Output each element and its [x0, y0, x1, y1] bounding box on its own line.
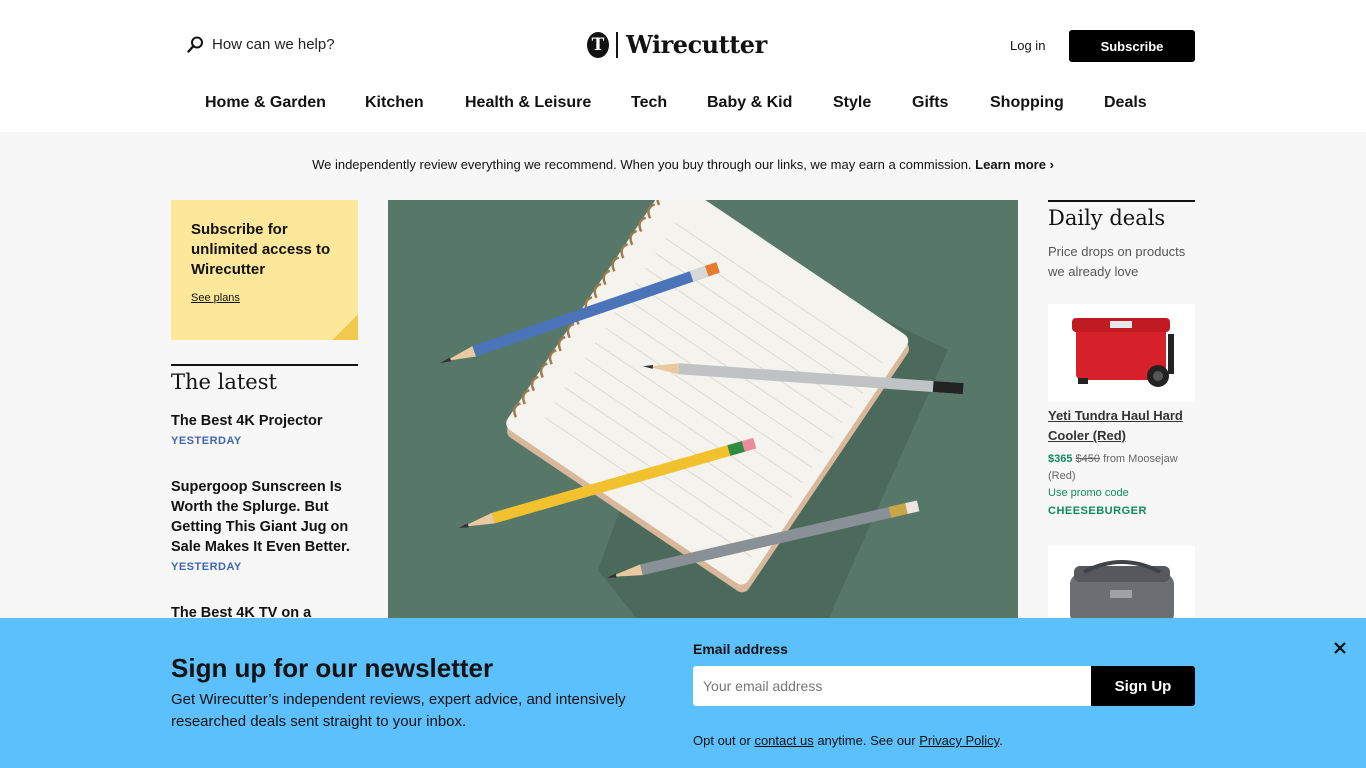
hero-image[interactable] [388, 200, 1018, 620]
email-field-label: Email address [693, 641, 788, 657]
learn-more-link[interactable]: Learn more › [975, 157, 1054, 172]
email-field[interactable] [693, 666, 1091, 706]
nav-item-baby-kid[interactable]: Baby & Kid [707, 94, 792, 112]
daily-deals-section: Daily deals Price drops on products we a… [1048, 200, 1195, 282]
gray-cooler-bag-image [1070, 560, 1174, 624]
latest-section: The latest [171, 364, 358, 394]
fine-print-middle: anytime. See our [817, 733, 916, 748]
nav-item-gifts[interactable]: Gifts [912, 94, 948, 112]
pencils-notebook-illustration [440, 200, 964, 620]
fine-print-suffix: . [999, 733, 1003, 748]
latest-item-timestamp: YESTERDAY [171, 561, 242, 573]
main-nav: Home & Garden Kitchen Health & Leisure T… [0, 94, 1366, 116]
latest-item-timestamp: YESTERDAY [171, 435, 242, 447]
latest-heading: The latest [171, 370, 277, 394]
close-icon[interactable] [1332, 640, 1348, 656]
fine-print-prefix: Opt out or [693, 733, 751, 748]
latest-item[interactable]: The Best 4K Projector YESTERDAY [171, 411, 356, 447]
t-logo-icon: T [587, 31, 609, 58]
search-icon [187, 36, 203, 53]
subscribe-promo-card: Subscribe for unlimited access to Wirecu… [171, 200, 358, 340]
newsletter-description: Get Wirecutter’s independent reviews, ex… [171, 691, 626, 730]
nav-item-style[interactable]: Style [833, 94, 871, 112]
search-placeholder[interactable]: How can we help? [212, 36, 335, 53]
daily-deals-subheading: Price drops on products we already love [1048, 244, 1186, 279]
logo-wordmark: Wirecutter [626, 30, 767, 59]
deal-promo-label: Use promo code [1048, 487, 1129, 499]
deal-product-image[interactable] [1048, 546, 1195, 624]
newsletter-signup-bar: Sign up for our newsletter Get Wirecutte… [0, 618, 1366, 768]
nav-item-tech[interactable]: Tech [631, 94, 667, 112]
deal-product-name[interactable]: Yeti Tundra Haul Hard Cooler (Red) [1048, 406, 1195, 446]
deal-product-image[interactable] [1048, 304, 1195, 402]
latest-item[interactable]: Supergoop Sunscreen Is Worth the Splurge… [171, 477, 356, 573]
contact-us-link[interactable]: contact us [754, 733, 813, 748]
login-link[interactable]: Log in [1010, 38, 1045, 53]
nav-item-deals[interactable]: Deals [1104, 94, 1147, 112]
nav-item-health-leisure[interactable]: Health & Leisure [465, 94, 591, 112]
red-cooler-image [1072, 318, 1174, 387]
subscribe-button[interactable]: Subscribe [1069, 30, 1195, 62]
see-plans-link[interactable]: See plans [191, 292, 240, 304]
deal-price-was: $450 [1075, 453, 1101, 465]
latest-item-title[interactable]: Supergoop Sunscreen Is Worth the Splurge… [171, 477, 356, 557]
daily-deals-heading: Daily deals [1048, 206, 1166, 230]
site-header: How can we help? T Wirecutter Log in Sub… [0, 0, 1366, 132]
privacy-policy-link[interactable]: Privacy Policy [919, 733, 999, 748]
search-trigger[interactable]: How can we help? [187, 36, 335, 53]
promo-text: Subscribe for unlimited access to Wirecu… [191, 221, 331, 278]
disclosure-text: We independently review everything we re… [312, 157, 972, 172]
deal-promo-code: CHEESEBURGER [1048, 505, 1147, 517]
latest-item-title[interactable]: The Best 4K Projector [171, 411, 356, 431]
deal-price-now: $365 [1048, 453, 1073, 465]
affiliate-disclosure: We independently review everything we re… [0, 157, 1366, 172]
sign-up-button[interactable]: Sign Up [1091, 666, 1195, 706]
nav-item-kitchen[interactable]: Kitchen [365, 94, 424, 112]
deal-price: $365 $450 from Moosejaw (Red) [1048, 451, 1195, 485]
newsletter-title: Sign up for our newsletter [171, 653, 494, 683]
nav-item-shopping[interactable]: Shopping [990, 94, 1064, 112]
nav-item-home-garden[interactable]: Home & Garden [205, 94, 326, 112]
logo-divider [616, 31, 618, 58]
newsletter-fine-print: Opt out or contact us anytime. See our P… [693, 733, 1003, 748]
wirecutter-logo[interactable]: T Wirecutter [587, 30, 767, 59]
page-fold-corner [332, 314, 358, 340]
